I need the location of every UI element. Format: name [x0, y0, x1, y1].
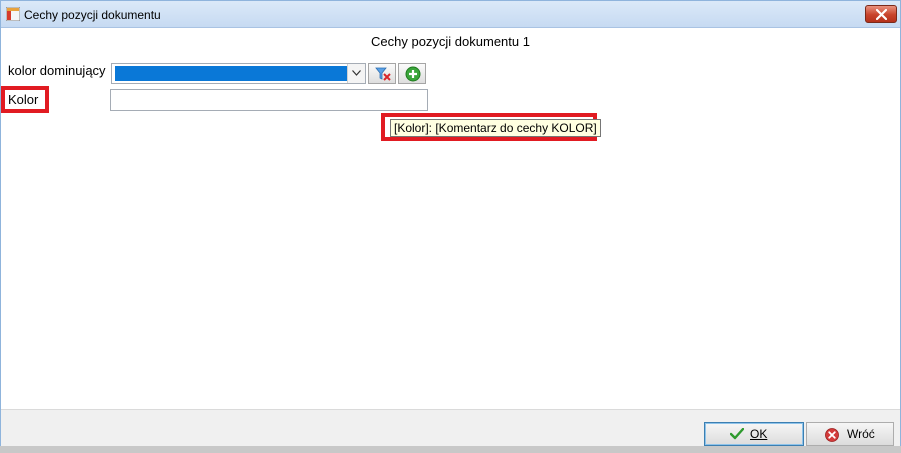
filter-clear-button[interactable]: [368, 63, 396, 84]
kolor-dominujacy-combo[interactable]: [111, 63, 366, 84]
title-bar[interactable]: Cechy pozycji dokumentu: [1, 1, 900, 28]
window-title: Cechy pozycji dokumentu: [24, 8, 161, 22]
app-window-icon: [5, 6, 21, 22]
add-green-icon: [405, 66, 421, 82]
cancel-circle-icon: [825, 428, 839, 442]
dialog-window: Cechy pozycji dokumentu Cechy pozycji do…: [0, 0, 901, 453]
tooltip-highlight-box: [Kolor]: [Komentarz do cechy KOLOR]: [381, 113, 601, 141]
field-tooltip: [Kolor]: [Komentarz do cechy KOLOR]: [390, 119, 601, 137]
background-strip: [0, 446, 901, 453]
checkmark-icon: [730, 428, 744, 440]
dialog-footer: OK Wróć: [1, 409, 900, 447]
form-heading: Cechy pozycji dokumentu 1: [371, 34, 530, 49]
back-button[interactable]: Wróć: [806, 422, 894, 446]
combo-dropdown-button[interactable]: [347, 64, 365, 83]
form-content: Cechy pozycji dokumentu 1 kolor dominują…: [1, 28, 900, 409]
field-label-kolor-dominujacy: kolor dominujący: [8, 63, 106, 78]
ok-button-label: OK: [750, 427, 768, 441]
ok-button[interactable]: OK: [704, 422, 804, 446]
chevron-down-icon: [352, 70, 361, 76]
kolor-input[interactable]: [110, 89, 428, 111]
add-value-button[interactable]: [398, 63, 426, 84]
close-button[interactable]: [865, 5, 897, 23]
field-label-kolor: Kolor: [1, 86, 49, 113]
back-button-label: Wróć: [847, 427, 875, 441]
filter-clear-icon: [375, 67, 391, 81]
close-icon: [876, 9, 887, 20]
combo-selected-highlight: [115, 66, 347, 81]
